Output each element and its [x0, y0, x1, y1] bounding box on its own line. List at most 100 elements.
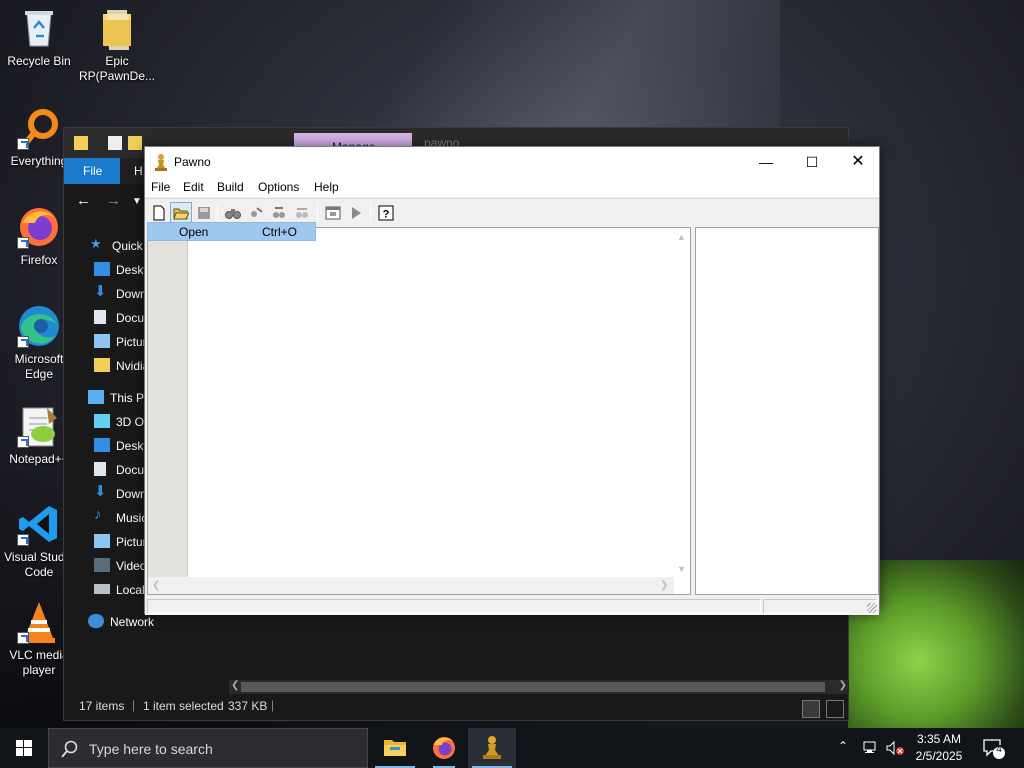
properties-icon[interactable] [108, 136, 122, 150]
firefox-icon [17, 205, 61, 249]
clock-time: 3:35 AM [916, 732, 962, 746]
disk-icon [94, 584, 110, 594]
pawno-titlebar[interactable]: Pawno — ☐ ✕ [145, 147, 879, 177]
desktop-icon-recycle-bin[interactable]: Recycle Bin [0, 6, 78, 69]
volume-muted-icon[interactable] [885, 740, 905, 768]
scroll-left-icon[interactable]: ❮ [152, 580, 160, 591]
goto-icon[interactable] [291, 202, 313, 223]
shortcut-arrow-icon [17, 237, 29, 249]
scroll-left-icon[interactable]: ❮ [231, 680, 239, 691]
search-placeholder: Type here to search [89, 741, 213, 757]
status-panel-main [147, 599, 761, 614]
menu-options[interactable]: Options [258, 180, 299, 194]
folder-icon [95, 6, 139, 50]
find-next-icon[interactable] [245, 202, 267, 223]
toolbar-separator [370, 203, 371, 221]
firefox-icon [433, 737, 455, 759]
picture-icon [94, 534, 110, 548]
desktop-icon-epic-rp[interactable]: Epic RP(PawnDe... [78, 6, 156, 84]
new-file-icon[interactable] [148, 202, 170, 223]
menu-build[interactable]: Build [217, 180, 244, 194]
picture-icon [94, 334, 110, 348]
function-list-panel[interactable] [695, 227, 879, 595]
show-hidden-icons-chevron-icon[interactable]: ⌃ [838, 739, 848, 768]
toolbar-separator [217, 203, 218, 221]
taskbar-search-box[interactable]: Type here to search [48, 728, 368, 768]
network-status-icon[interactable] [862, 740, 880, 768]
minimize-icon[interactable]: — [743, 147, 789, 177]
explorer-status-bar: 17 items | 1 item selected 337 KB | [64, 694, 848, 720]
explorer-home-tab[interactable]: H [134, 164, 143, 178]
scroll-right-icon[interactable]: ❯ [839, 680, 847, 691]
open-shortcut: Ctrl+O [262, 225, 298, 239]
menu-file[interactable]: File [151, 180, 170, 194]
shortcut-arrow-icon [17, 336, 29, 348]
pawno-window[interactable]: Pawno — ☐ ✕ File Edit Build Options Help [144, 146, 880, 615]
desktop-icon-label: Epic RP(PawnDe... [78, 54, 156, 83]
editor-vertical-scrollbar[interactable]: ▲ ▼ [673, 228, 690, 578]
vlc-icon [17, 600, 61, 644]
pawno-icon [483, 736, 501, 759]
status-item-count: 17 items [79, 699, 125, 713]
status-panel-position [763, 599, 877, 614]
vscode-icon [17, 502, 61, 546]
close-icon[interactable]: ✕ [835, 147, 881, 177]
pawno-menubar: File Edit Build Options Help [145, 177, 879, 197]
resize-grip-icon[interactable] [867, 603, 877, 613]
chevron-down-icon[interactable]: ▼ [132, 196, 142, 207]
taskbar-pawno[interactable] [468, 728, 516, 768]
folder-icon [74, 136, 88, 150]
menu-help[interactable]: Help [314, 180, 339, 194]
document-icon [94, 462, 106, 476]
scroll-up-icon[interactable]: ▲ [677, 232, 686, 242]
editor-horizontal-scrollbar[interactable]: ❮ ❯ [148, 577, 674, 594]
pawno-status-bar [145, 598, 879, 615]
svg-text:?: ? [383, 208, 390, 220]
system-clock[interactable]: 3:35 AM 2/5/2025 [908, 731, 970, 765]
status-selected: 1 item selected [143, 699, 224, 713]
notification-center-icon[interactable]: 4 [982, 738, 1006, 768]
help-icon[interactable]: ? [375, 202, 397, 223]
large-icons-view-icon[interactable] [826, 700, 844, 718]
details-view-icon[interactable] [802, 700, 820, 718]
scroll-down-icon[interactable]: ▼ [677, 564, 686, 574]
run-icon[interactable] [345, 202, 367, 223]
explorer-file-tab[interactable]: File [64, 158, 120, 184]
open-menu-highlight[interactable]: Open Ctrl+O [147, 222, 316, 241]
document-icon [94, 310, 106, 324]
toolbar-separator [317, 203, 318, 221]
pawno-app-icon [153, 153, 169, 171]
scroll-right-icon[interactable]: ❯ [660, 580, 668, 591]
edge-icon [17, 304, 61, 348]
status-divider: | [271, 698, 275, 712]
taskbar: Type here to search ⌃ 3:35 AM 2/5/2025 4 [0, 728, 1024, 768]
desktop-icon [94, 262, 110, 276]
forward-arrow-icon[interactable]: → [106, 192, 121, 209]
file-explorer-icon [384, 740, 406, 756]
compile-options-icon[interactable] [322, 202, 344, 223]
find-icon[interactable] [222, 202, 244, 223]
save-icon[interactable] [193, 202, 215, 223]
back-arrow-icon[interactable]: ← [76, 192, 91, 209]
scrollbar-thumb[interactable] [241, 682, 825, 692]
search-icon [61, 740, 78, 758]
menu-edit[interactable]: Edit [183, 180, 204, 194]
notepadpp-icon [17, 404, 61, 448]
code-editor[interactable]: ▲ ▼ ❮ ❯ [147, 227, 691, 595]
shortcut-arrow-icon [17, 632, 29, 644]
open-file-icon[interactable] [170, 202, 192, 223]
taskbar-file-explorer[interactable] [371, 728, 419, 768]
start-button[interactable] [0, 728, 48, 768]
line-number-gutter [148, 228, 188, 578]
explorer-horizontal-scrollbar[interactable]: ❮ ❯ [229, 680, 849, 694]
maximize-icon[interactable]: ☐ [789, 147, 835, 177]
shortcut-arrow-icon [17, 534, 29, 546]
desktop-icon-label: Recycle Bin [7, 54, 71, 68]
desktop-icon [94, 438, 110, 452]
taskbar-firefox[interactable] [420, 728, 468, 768]
recycle-bin-icon [17, 6, 61, 50]
replace-icon[interactable] [268, 202, 290, 223]
download-icon: ⬇ [94, 283, 107, 300]
notification-count: 4 [996, 744, 1002, 755]
new-folder-icon[interactable] [128, 136, 142, 150]
